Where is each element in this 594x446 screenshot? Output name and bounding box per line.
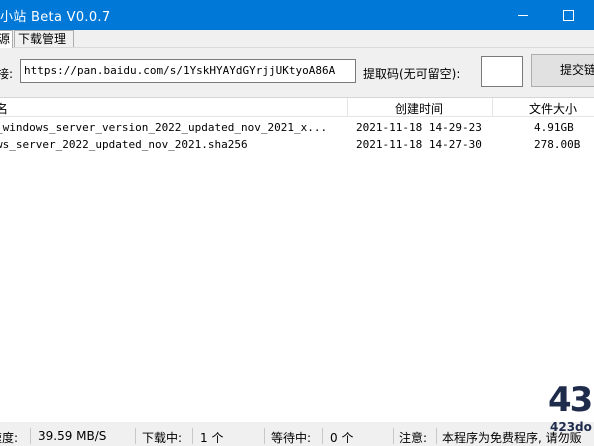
status-divider	[30, 428, 31, 444]
extract-code-input[interactable]	[481, 56, 523, 87]
downloading-label: 下载中:	[142, 431, 183, 445]
watermark-logo: 43 423do	[548, 380, 594, 446]
tab-download-manager[interactable]: 下载管理	[14, 30, 74, 47]
status-bar: 速度: 39.59 MB/S 下载中: 1 个 等待中: 0 个 注意: 本程序…	[0, 426, 594, 446]
share-link-input[interactable]: https://pan.baidu.com/s/1YskHYAYdGYrjjUK…	[20, 59, 356, 83]
column-header-file-size[interactable]: 文件大小	[529, 100, 577, 117]
file-size: 278.00B	[534, 138, 581, 151]
link-label: 接:	[0, 67, 14, 81]
column-divider[interactable]	[347, 98, 348, 116]
minimize-button[interactable]	[500, 0, 546, 30]
tab-strip: 源 下载管理	[0, 30, 594, 48]
waiting-count: 0 个	[330, 431, 354, 445]
column-divider[interactable]	[492, 98, 493, 116]
column-header-name[interactable]: 名	[0, 100, 8, 117]
file-name: ws_server_2022_updated_nov_2021.sha256	[0, 138, 248, 151]
status-divider	[264, 428, 265, 444]
downloading-count: 1 个	[200, 431, 224, 445]
watermark-logo-mark: 43	[548, 380, 593, 420]
window-title: 小站 Beta V0.0.7	[0, 10, 111, 25]
watermark-logo-text: 423do	[550, 420, 592, 434]
list-header: 名 创建时间 文件大小	[0, 98, 594, 117]
file-size: 4.91GB	[534, 121, 574, 134]
speed-label: 速度:	[0, 431, 19, 445]
column-header-created-time[interactable]: 创建时间	[395, 100, 443, 117]
table-row[interactable]: ws_server_2022_updated_nov_2021.sha256 2…	[0, 137, 594, 154]
status-divider	[192, 428, 193, 444]
table-row[interactable]: _windows_server_version_2022_updated_nov…	[0, 120, 594, 137]
extract-code-label: 提取码(无可留空):	[363, 67, 461, 81]
notice-label: 注意:	[399, 431, 428, 445]
status-divider	[322, 428, 323, 444]
status-divider	[135, 428, 136, 444]
main-panel: 接: https://pan.baidu.com/s/1YskHYAYdGYrj…	[0, 48, 594, 446]
file-created-time: 2021-11-18 14-29-23	[356, 121, 482, 134]
submit-link-button[interactable]: 提交链	[531, 54, 594, 87]
status-divider	[436, 428, 437, 444]
file-list[interactable]: 名 创建时间 文件大小 _windows_server_version_2022…	[0, 97, 594, 422]
maximize-button[interactable]	[546, 0, 592, 30]
waiting-label: 等待中:	[271, 431, 312, 445]
speed-value: 39.59 MB/S	[38, 429, 107, 443]
status-divider	[393, 428, 394, 444]
file-created-time: 2021-11-18 14-27-30	[356, 138, 482, 151]
file-name: _windows_server_version_2022_updated_nov…	[0, 121, 328, 134]
title-bar[interactable]: 小站 Beta V0.0.7	[0, 0, 594, 30]
tab-source[interactable]: 源	[0, 30, 13, 48]
